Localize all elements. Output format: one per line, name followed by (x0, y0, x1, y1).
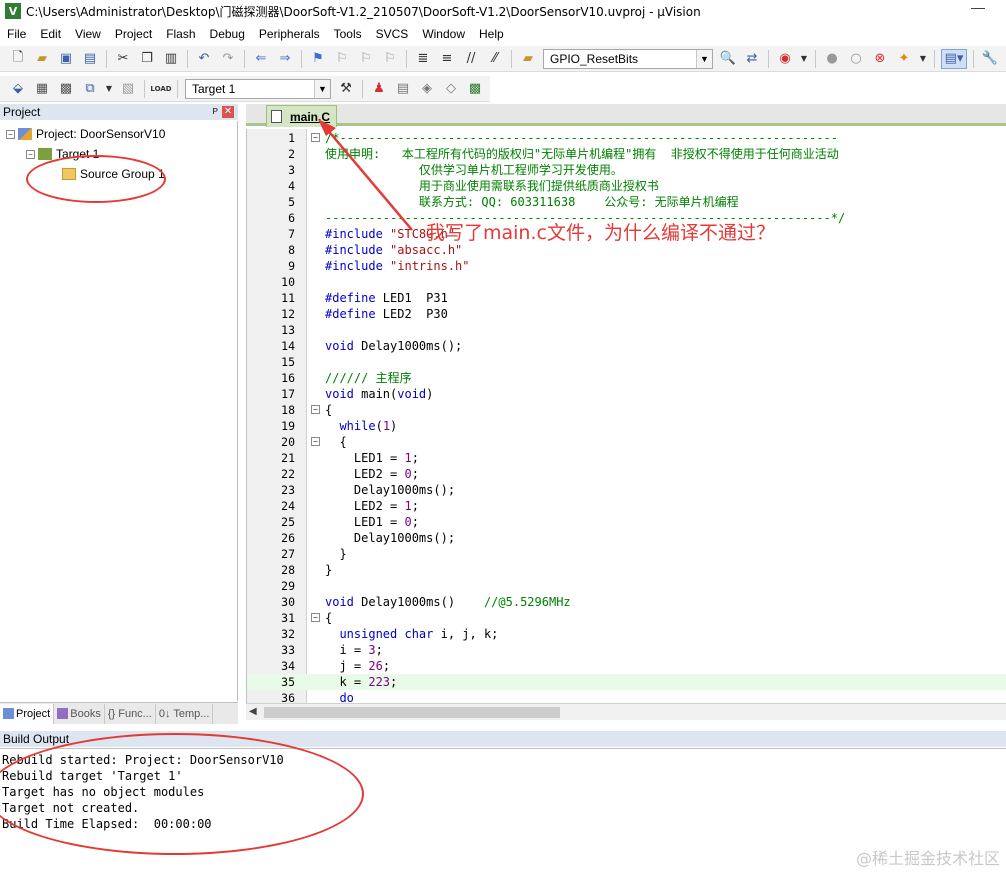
annotation-arrow (318, 119, 413, 231)
annotation-question: 我写了main.c文件，为什么编译不通过？ (426, 222, 775, 244)
watermark: @稀土掘金技术社区 (855, 849, 1000, 868)
